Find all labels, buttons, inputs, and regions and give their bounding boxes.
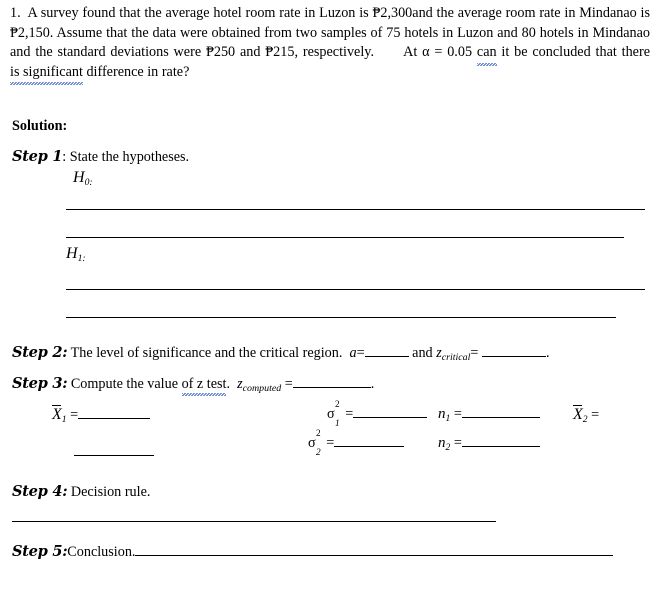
n2-subscript: 2: [445, 442, 451, 454]
h-alt-letter: H: [66, 245, 78, 262]
z-computed-field: zcomputed =.: [234, 375, 375, 395]
step-3-text-after: .: [226, 376, 231, 393]
null-hypothesis-symbol: H0:: [73, 169, 93, 188]
sigma-sq-1-equals: =: [345, 406, 354, 423]
problem-statement: 1. A survey found that the average hotel…: [10, 4, 650, 85]
step-1-heading: Step 1: State the hypotheses.: [12, 148, 189, 166]
problem-body-part-4: difference in rate?: [82, 63, 190, 80]
alpha-answer-blank[interactable]: [364, 344, 409, 358]
sigma-sq-2-equals: =: [326, 435, 335, 452]
sigma-sq-1-field: σ2 1 =: [327, 400, 428, 429]
step-1-separator: :: [62, 149, 67, 165]
n1-symbol: n: [438, 406, 446, 423]
n1-equals: =: [453, 406, 462, 423]
alpha-field: a=: [346, 345, 412, 361]
h-null-letter: H: [73, 169, 85, 186]
step-1-label: Step 1: [12, 148, 63, 165]
step-4-label: Step 4:: [12, 483, 68, 500]
step-3-text-before: Compute the value: [70, 376, 182, 393]
sigma-2-superscript: 2: [316, 429, 321, 440]
xbar1-answer-blank-continued[interactable]: [74, 455, 154, 456]
n1-answer-blank[interactable]: [461, 405, 540, 419]
n1-field: n1 =: [438, 405, 540, 424]
grammar-flag-is-significant: is significant: [10, 63, 83, 85]
sigma-1-letter: σ: [327, 406, 335, 423]
n2-field: n2 =: [438, 434, 540, 453]
sigma-sq-2-answer-blank[interactable]: [334, 434, 405, 448]
step-2-conjunction: and: [412, 345, 433, 362]
step-3-period: .: [370, 376, 375, 393]
n2-equals: =: [453, 435, 462, 452]
xbar2-field: X2 =: [573, 405, 599, 425]
n2-symbol: n: [438, 435, 446, 452]
xbar2-subscript: 2: [582, 414, 588, 426]
answer-line-step-5[interactable]: [135, 543, 614, 557]
z-computed-equals: =: [284, 376, 293, 393]
z-critical-field: zcritical= .: [436, 344, 550, 364]
z-critical-equals: =: [470, 345, 479, 362]
problem-number: 1.: [10, 5, 21, 21]
step-2-text: The level of significance and the critic…: [70, 345, 343, 362]
problem-body-part-2: At α = 0.05: [378, 44, 477, 60]
sigma-1-subscript: 1: [335, 419, 340, 430]
n2-answer-blank[interactable]: [461, 434, 540, 448]
xbar1-subscript: 1: [61, 414, 67, 426]
grammar-flag-can: can: [476, 43, 497, 65]
sigma-sq-1-answer-blank[interactable]: [353, 405, 428, 419]
step-5-text: Conclusion.: [67, 544, 136, 561]
xbar1-field: X1 =: [52, 405, 151, 426]
h-null-subscript: 0:: [84, 177, 93, 189]
step-2-label: Step 2:: [12, 344, 68, 362]
step-2-heading: Step 2: The level of significance and th…: [12, 344, 550, 363]
step-3-label: Step 3:: [12, 375, 68, 393]
xbar1-answer-blank[interactable]: [78, 406, 151, 419]
solution-heading: Solution:: [12, 118, 68, 134]
sigma-1-superscript: 2: [335, 400, 340, 411]
z-computed-answer-blank[interactable]: [292, 375, 371, 389]
xbar2-equals: =: [591, 407, 600, 423]
sigma-2-subscript: 2: [316, 448, 321, 459]
step-3-heading: Step 3: Compute the value of z test. zco…: [12, 375, 375, 397]
problem-body-part-3: it be concluded that there: [496, 44, 650, 60]
step-5-heading: Step 5:Conclusion.: [12, 543, 614, 561]
xbar1-equals: =: [70, 407, 79, 423]
step-4-heading: Step 4: Decision rule.: [12, 483, 150, 501]
h-alt-subscript: 1:: [77, 253, 86, 265]
answer-line-h0-2[interactable]: [66, 237, 624, 238]
answer-line-h0-1[interactable]: [66, 209, 645, 210]
z-critical-subscript: critical: [441, 352, 471, 364]
n1-subscript: 1: [445, 413, 451, 425]
z-critical-answer-blank[interactable]: [481, 344, 546, 358]
sigma-sq-2-symbol: σ2 2: [308, 429, 321, 458]
alpha-symbol: a: [349, 345, 357, 362]
z-computed-subscript: computed: [242, 383, 282, 395]
xbar1-symbol: X: [52, 405, 62, 423]
step-1-text: State the hypotheses.: [69, 149, 190, 165]
answer-line-step-4[interactable]: [12, 521, 496, 522]
step-4-text: Decision rule.: [70, 484, 151, 500]
alpha-equals: =: [356, 345, 365, 362]
answer-line-h1-2[interactable]: [66, 317, 616, 318]
sigma-sq-2-field: σ2 2 =: [308, 429, 405, 458]
sigma-sq-1-symbol: σ2 1: [327, 400, 340, 429]
grammar-flag-of-z-test: of z test: [181, 376, 227, 397]
alternative-hypothesis-symbol: H1:: [66, 245, 86, 264]
answer-line-h1-1[interactable]: [66, 289, 645, 290]
sigma-2-letter: σ: [308, 435, 316, 452]
xbar2-symbol: X: [573, 405, 583, 423]
step-5-label: Step 5:: [12, 543, 68, 561]
step-2-period: .: [545, 345, 550, 362]
